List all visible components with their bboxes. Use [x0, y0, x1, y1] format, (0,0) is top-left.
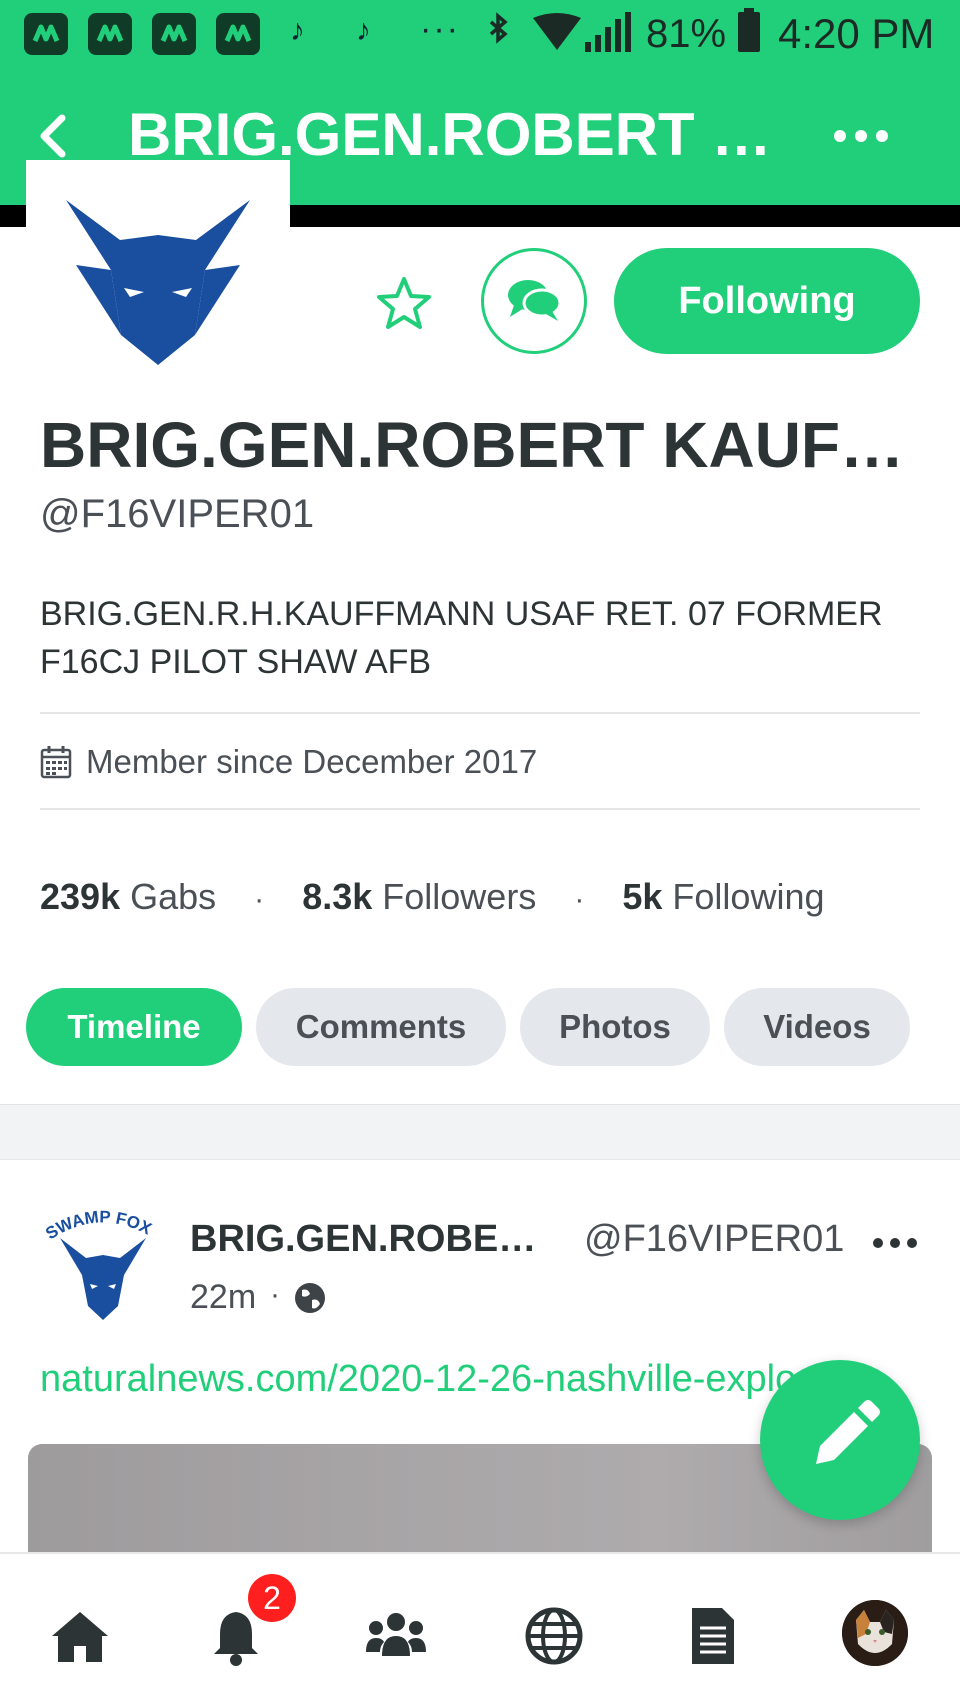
svg-text:SWAMP FOX: SWAMP FOX [42, 1207, 155, 1243]
stat-gabs[interactable]: 239k Gabs [40, 876, 216, 918]
compose-button[interactable] [760, 1360, 920, 1520]
status-bar: ♪ ♪ ··· 81% 4:20 PM [0, 0, 960, 68]
profile-avatar[interactable] [26, 160, 290, 382]
groups-icon[interactable] [364, 1604, 428, 1668]
pencil-icon [816, 1400, 880, 1464]
tiktok-icon: ♪ [356, 14, 371, 47]
avatar[interactable] [842, 1600, 908, 1666]
globe-icon[interactable] [522, 1604, 586, 1668]
more-notifications-icon: ··· [420, 10, 460, 48]
separator-dot: · [270, 1278, 280, 1311]
profile-stats: 239k Gabs · 8.3k Followers · 5k Followin… [40, 876, 825, 918]
tab-videos[interactable]: Videos [724, 988, 910, 1066]
page-title: BRIG.GEN.ROBERT K... [128, 101, 788, 168]
home-icon[interactable] [48, 1604, 112, 1668]
star-icon[interactable] [375, 275, 433, 333]
profile-handle: @F16VIPER01 [40, 492, 315, 536]
divider [40, 712, 920, 714]
chat-icon [508, 280, 562, 321]
calendar-icon [40, 746, 72, 779]
tab-timeline[interactable]: Timeline [26, 988, 242, 1066]
divider [40, 808, 920, 810]
post-author-name[interactable]: BRIG.GEN.ROBERT ... [190, 1218, 560, 1261]
post-author-avatar[interactable]: SWAMP FOX [40, 1200, 166, 1326]
member-since-row: Member since December 2017 [40, 740, 537, 784]
section-separator [0, 1104, 960, 1160]
post-author-handle[interactable]: @F16VIPER01 [584, 1218, 844, 1261]
post-options-icon[interactable] [870, 1228, 920, 1258]
stat-followers[interactable]: 8.3k Followers [302, 876, 536, 918]
battery-level: 81% [646, 12, 727, 56]
chat-button[interactable] [481, 248, 587, 354]
public-globe-icon [295, 1283, 325, 1313]
back-arrow-icon[interactable] [24, 106, 84, 166]
notification-app-icon [24, 13, 68, 55]
clock: 4:20 PM [778, 10, 935, 57]
following-button[interactable]: Following [614, 248, 920, 354]
tab-photos[interactable]: Photos [520, 988, 710, 1066]
tiktok-icon: ♪ [290, 14, 305, 47]
notification-badge: 2 [248, 1574, 296, 1622]
member-since-text: Member since December 2017 [86, 743, 538, 780]
battery-icon [738, 8, 760, 52]
post-timestamp[interactable]: 22m [190, 1278, 256, 1317]
more-options-icon[interactable] [826, 116, 896, 156]
notification-app-icon [88, 13, 132, 55]
connectivity-icons [489, 12, 631, 52]
news-icon[interactable] [680, 1604, 744, 1668]
profile-name: BRIG.GEN.ROBERT KAUFFMA... [40, 409, 920, 481]
tab-comments[interactable]: Comments [256, 988, 506, 1066]
bottom-navigation: 2 [0, 1552, 960, 1707]
profile-bio: BRIG.GEN.R.H.KAUFFMANN USAF RET. 07 FORM… [40, 595, 883, 681]
separator-dot: · [574, 883, 585, 916]
notification-app-icon [152, 13, 196, 55]
stat-following[interactable]: 5k Following [622, 876, 824, 918]
separator-dot: · [254, 883, 265, 916]
notification-app-icon [216, 13, 260, 55]
